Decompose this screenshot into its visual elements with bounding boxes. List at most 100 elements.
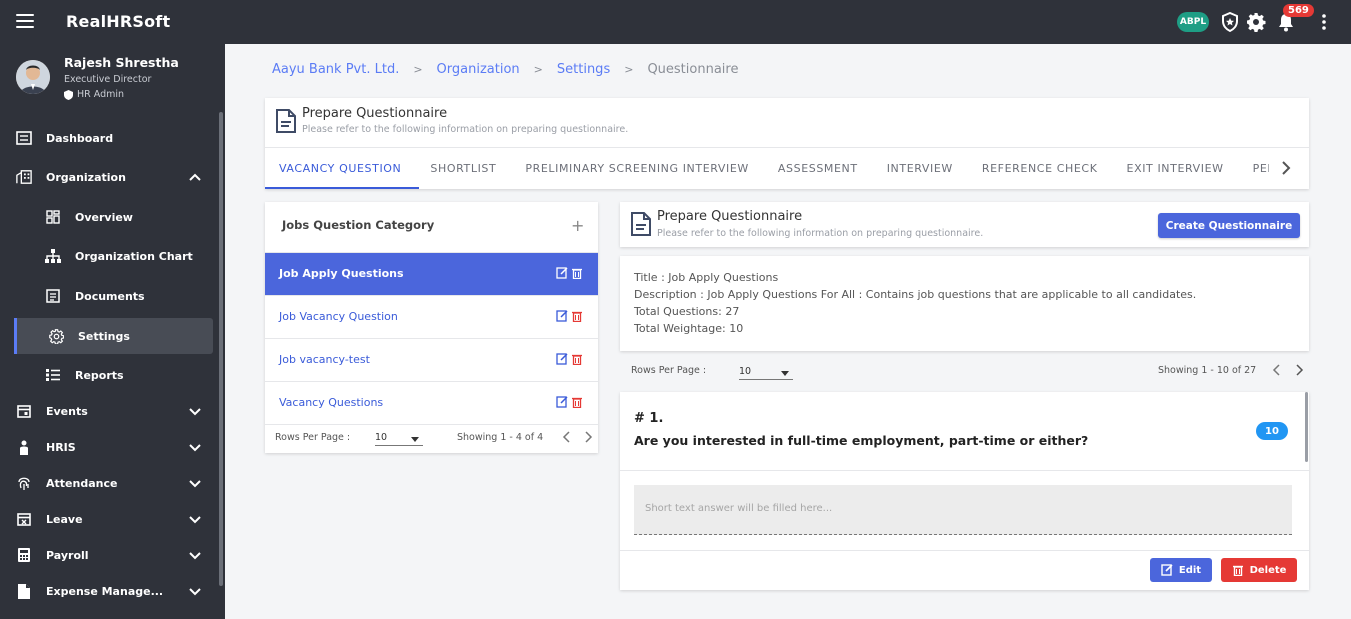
sidebar-item-label: Overview	[75, 210, 133, 224]
chevron-left-icon[interactable]	[1271, 364, 1283, 376]
edit-icon[interactable]	[556, 310, 568, 322]
question-actions-divider	[620, 550, 1309, 551]
trash-icon[interactable]	[571, 396, 583, 408]
rows-per-page-select[interactable]: 10	[739, 366, 793, 380]
sidebar-item-overview[interactable]: Overview	[0, 204, 225, 230]
tab-vacancy-question[interactable]: VACANCY QUESTION	[279, 162, 401, 175]
gear-icon	[48, 328, 64, 344]
breadcrumb-item-settings[interactable]: Settings	[557, 62, 610, 77]
sidebar-item-dashboard[interactable]: Dashboard	[0, 125, 225, 151]
breadcrumb-item-company[interactable]: Aayu Bank Pvt. Ltd.	[272, 62, 399, 77]
chevron-right-icon[interactable]	[1278, 160, 1294, 176]
trash-icon[interactable]	[571, 310, 583, 322]
category-row[interactable]: Job Vacancy Question	[265, 295, 598, 338]
org-chart-icon	[45, 248, 61, 264]
sidebar-item-label: Dashboard	[46, 131, 114, 145]
sidebar-item-documents[interactable]: Documents	[0, 283, 225, 309]
trash-icon[interactable]	[571, 353, 583, 365]
sidebar-item-label: Organization	[46, 170, 126, 184]
info-total-questions: Total Questions: 27	[634, 305, 740, 318]
sidebar-item-reports[interactable]: Reports	[0, 362, 225, 388]
edit-icon[interactable]	[556, 353, 568, 365]
sidebar-item-label: HRIS	[46, 440, 76, 454]
edit-question-button[interactable]: Edit	[1150, 558, 1212, 582]
sidebar-item-expense[interactable]: Expense Manage...	[0, 578, 225, 604]
sidebar-item-hris[interactable]: HRIS	[0, 434, 225, 460]
profile-role: Executive Director	[64, 74, 152, 85]
avatar[interactable]	[16, 60, 50, 94]
more-vertical-icon[interactable]	[1313, 11, 1335, 33]
edit-icon	[1161, 564, 1173, 576]
category-row[interactable]: Vacancy Questions	[265, 381, 598, 424]
page-title: Prepare Questionnaire	[302, 106, 448, 121]
rows-per-page-select[interactable]: 10	[375, 432, 423, 446]
sidebar-item-organization[interactable]: Organization	[0, 164, 225, 190]
active-tab-indicator	[265, 187, 419, 189]
sidebar-scrollbar[interactable]	[219, 112, 223, 586]
shield-icon	[64, 89, 73, 100]
question-number: # 1.	[634, 411, 664, 426]
chevron-down-icon	[189, 408, 201, 416]
hamburger-menu-icon[interactable]	[16, 14, 34, 28]
tab-performance[interactable]: PERF	[1253, 162, 1269, 175]
reports-icon	[45, 367, 61, 383]
chevron-right-icon[interactable]	[1293, 364, 1305, 376]
tab-reference-check[interactable]: REFERENCE CHECK	[982, 162, 1098, 175]
tab-strip: VACANCY QUESTION SHORTLIST PRELIMINARY S…	[279, 148, 1269, 188]
chevron-right-icon: >	[624, 63, 634, 76]
sidebar-item-attendance[interactable]: Attendance	[0, 470, 225, 496]
add-category-button[interactable]: +	[571, 216, 584, 235]
sidebar-item-leave[interactable]: Leave	[0, 506, 225, 532]
chevron-right-icon: >	[533, 63, 543, 76]
create-questionnaire-button[interactable]: Create Questionnaire	[1158, 213, 1300, 238]
delete-question-button[interactable]: Delete	[1221, 558, 1297, 582]
breadcrumb-item-questionnaire: Questionnaire	[647, 62, 739, 77]
profile-name: Rajesh Shrestha	[64, 55, 179, 70]
edit-icon[interactable]	[556, 267, 568, 279]
sidebar: Rajesh Shrestha Executive Director HR Ad…	[0, 44, 225, 619]
question-text: Are you interested in full-time employme…	[634, 433, 1089, 448]
info-title: Title : Job Apply Questions	[634, 271, 779, 284]
shield-star-icon[interactable]	[1219, 11, 1241, 33]
sidebar-item-organization-chart[interactable]: Organization Chart	[0, 243, 225, 269]
question-list-scrollbar[interactable]	[1305, 392, 1308, 462]
category-card-title: Jobs Question Category	[282, 218, 435, 232]
document-icon	[45, 288, 61, 304]
caret-down-icon	[411, 437, 419, 442]
caret-down-icon	[781, 371, 789, 376]
breadcrumb-item-organization[interactable]: Organization	[437, 62, 520, 77]
tab-interview[interactable]: INTERVIEW	[887, 162, 953, 175]
chevron-left-icon[interactable]	[561, 431, 573, 443]
category-row[interactable]: Job Apply Questions	[265, 252, 598, 295]
fingerprint-icon	[16, 475, 32, 491]
rows-per-page-value: 10	[375, 432, 388, 443]
file-icon	[16, 583, 32, 599]
calendar-icon	[16, 403, 32, 419]
tab-exit-interview[interactable]: EXIT INTERVIEW	[1127, 162, 1224, 175]
question-divider	[620, 470, 1309, 471]
tab-shortlist[interactable]: SHORTLIST	[430, 162, 496, 175]
category-label: Job Apply Questions	[279, 267, 404, 280]
trash-icon[interactable]	[571, 267, 583, 279]
tab-assessment[interactable]: ASSESSMENT	[778, 162, 858, 175]
calendar-x-icon	[16, 511, 32, 527]
sidebar-item-events[interactable]: Events	[0, 398, 225, 424]
category-row[interactable]: Job vacancy-test	[265, 338, 598, 381]
sidebar-item-label: Expense Manage...	[46, 584, 164, 598]
edit-icon[interactable]	[556, 396, 568, 408]
questionnaire-subtitle: Please refer to the following informatio…	[657, 228, 984, 239]
tab-preliminary-screening-interview[interactable]: PRELIMINARY SCREENING INTERVIEW	[525, 162, 749, 175]
dashboard-icon	[16, 130, 32, 146]
chevron-down-icon	[189, 516, 201, 524]
answer-field[interactable]: Short text answer will be filled here...	[634, 485, 1292, 535]
category-label: Job Vacancy Question	[279, 310, 398, 323]
sidebar-item-payroll[interactable]: Payroll	[0, 542, 225, 568]
sidebar-item-label: Reports	[75, 368, 124, 382]
document-icon	[276, 109, 296, 133]
chevron-right-icon[interactable]	[582, 431, 594, 443]
gear-icon[interactable]	[1245, 11, 1267, 33]
organization-badge[interactable]: ABPL	[1177, 12, 1209, 32]
category-label: Job vacancy-test	[279, 353, 370, 366]
sidebar-item-settings[interactable]: Settings	[14, 318, 213, 354]
trash-icon	[1232, 565, 1243, 576]
